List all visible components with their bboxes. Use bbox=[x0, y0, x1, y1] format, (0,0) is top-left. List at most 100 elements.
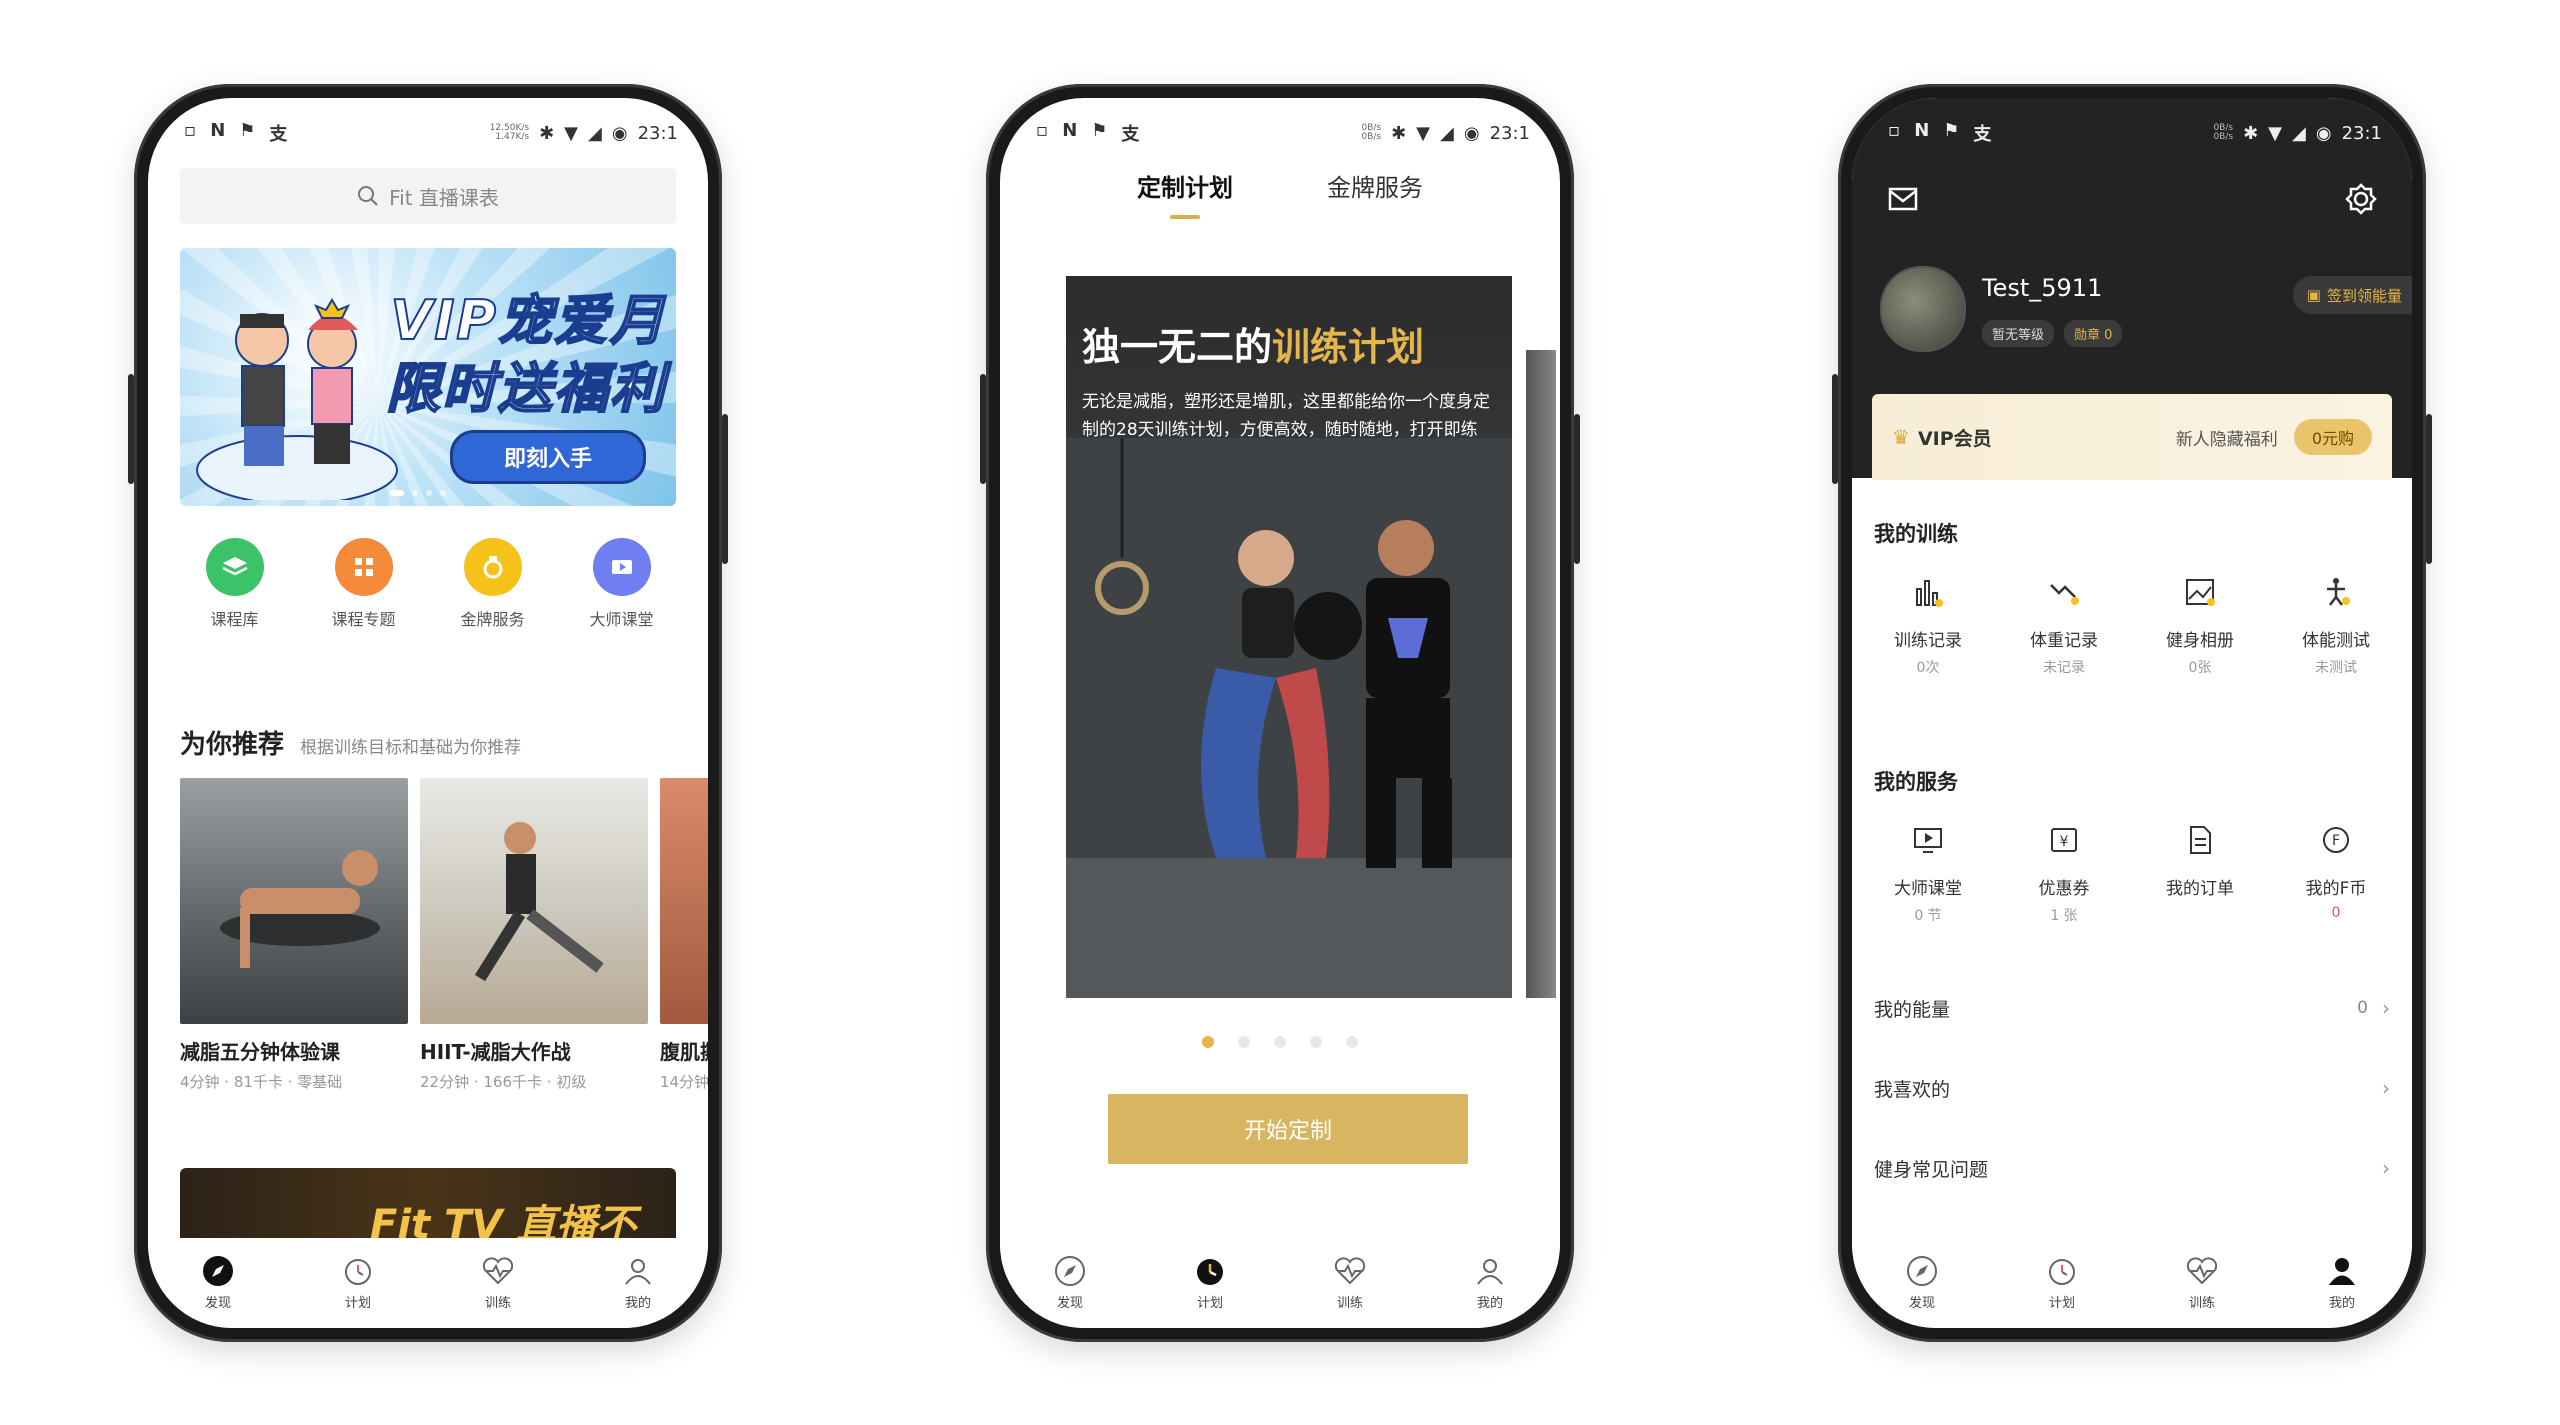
row-fitness-faq[interactable]: 健身常见问题 › bbox=[1874, 1148, 2390, 1188]
heartbeat-icon bbox=[479, 1252, 517, 1290]
level-badge[interactable]: 暂无等级 bbox=[1982, 320, 2055, 347]
carousel-dot[interactable] bbox=[1310, 1036, 1322, 1048]
nav-mine[interactable]: 我的 bbox=[598, 1252, 678, 1311]
nav-plan[interactable]: 计划 bbox=[318, 1252, 398, 1311]
quick-link-course-library[interactable]: 课程库 bbox=[180, 538, 290, 630]
carousel-dot[interactable] bbox=[1202, 1036, 1214, 1048]
signin-label: 签到领能量 bbox=[2326, 286, 2402, 305]
service-master-class[interactable]: 大师课堂 0 节 bbox=[1868, 820, 1988, 925]
signin-button[interactable]: ▣ 签到领能量 bbox=[2292, 276, 2412, 314]
promo-banner[interactable]: VIP宠爱月 限时送福利 即刻入手 bbox=[180, 248, 676, 506]
grid-label: 健身相册 bbox=[2166, 631, 2234, 651]
fitness-album[interactable]: 健身相册 0张 bbox=[2140, 572, 2260, 677]
status-bar: ▫ N ⚑ 支 0B/s 0B/s ✱ ▼ ◢ ◉ 23:1 bbox=[1000, 116, 1560, 150]
status-bar: ▫ N ⚑ 支 0B/s 0B/s ✱ ▼ ◢ ◉ 23:1 bbox=[1852, 116, 2412, 150]
nav-label: 计划 bbox=[1196, 1296, 1223, 1311]
quick-link-master-class[interactable]: 大师课堂 bbox=[567, 538, 677, 630]
nav-label: 训练 bbox=[2188, 1296, 2215, 1311]
status-time: 23:1 bbox=[637, 122, 678, 144]
nav-label: 发现 bbox=[1908, 1296, 1935, 1311]
wifi-icon: ▼ bbox=[564, 122, 579, 144]
status-left-icons: ▫ N ⚑ 支 bbox=[1888, 120, 1992, 145]
nav-train[interactable]: 训练 bbox=[458, 1252, 538, 1311]
fitness-test[interactable]: 体能测试 未测试 bbox=[2276, 572, 2396, 677]
chevron-right-icon: › bbox=[2382, 996, 2390, 1020]
training-record[interactable]: 训练记录 0次 bbox=[1868, 572, 1988, 677]
weight-record[interactable]: 体重记录 未记录 bbox=[2004, 572, 2124, 677]
heartbeat-icon bbox=[1331, 1252, 1369, 1290]
svg-text:¥: ¥ bbox=[2060, 834, 2069, 850]
plan-card[interactable]: 独一无二的训练计划 无论是减脂，塑形还是增肌，这里都能给你一个度身定制的28天训… bbox=[1066, 276, 1512, 998]
avatar[interactable] bbox=[1880, 266, 1966, 352]
mail-icon[interactable] bbox=[1886, 182, 1920, 216]
calendar-icon: ▣ bbox=[2306, 286, 2321, 304]
next-card-peek[interactable] bbox=[1526, 350, 1556, 998]
grid-label: 训练记录 bbox=[1894, 631, 1962, 651]
row-my-favorites[interactable]: 我喜欢的 › bbox=[1874, 1068, 2390, 1108]
carousel-dot[interactable] bbox=[1274, 1036, 1286, 1048]
wifi-icon: ▼ bbox=[2268, 122, 2283, 144]
banner-cta-button[interactable]: 即刻入手 bbox=[450, 430, 646, 484]
coupon-icon: ¥ bbox=[2044, 820, 2084, 860]
bluetooth-icon: ✱ bbox=[2243, 122, 2259, 144]
grid-label: 大师课堂 bbox=[1894, 879, 1962, 899]
quick-link-course-topics[interactable]: 课程专题 bbox=[309, 538, 419, 630]
bluetooth-icon: ✱ bbox=[1391, 122, 1407, 144]
grid-label: 优惠券 bbox=[2038, 879, 2090, 899]
training-grid: 训练记录 0次 体重记录 未记录 健身相册 0张 体能测试 未测试 bbox=[1860, 572, 2404, 677]
row-my-energy[interactable]: 我的能量 0 › bbox=[1874, 988, 2390, 1028]
tab-gold-service[interactable]: 金牌服务 bbox=[1327, 168, 1423, 219]
carousel-dots bbox=[1000, 1036, 1560, 1048]
user-icon bbox=[619, 1252, 657, 1290]
bottom-nav: 发现 计划 训练 我的 bbox=[1000, 1238, 1560, 1328]
course-card[interactable]: 腹肌撕 14分钟 bbox=[660, 778, 708, 1092]
grid-value: 1 张 bbox=[2050, 908, 2078, 924]
nav-discover[interactable]: 发现 bbox=[1030, 1252, 1110, 1311]
service-orders[interactable]: 我的订单 bbox=[2140, 820, 2260, 925]
course-card[interactable]: HIIT-减脂大作战 22分钟 · 166千卡 · 初级 bbox=[420, 778, 648, 1092]
plan-headline: 独一无二的训练计划 bbox=[1082, 325, 1425, 369]
service-coupon[interactable]: ¥ 优惠券 1 张 bbox=[2004, 820, 2124, 925]
vip-buy-button[interactable]: 0元购 bbox=[2293, 419, 2372, 455]
nav-plan[interactable]: 计划 bbox=[1170, 1252, 1250, 1311]
search-bar[interactable]: Fit 直播课表 bbox=[180, 168, 676, 224]
nav-label: 计划 bbox=[2048, 1296, 2075, 1311]
trend-icon bbox=[2044, 572, 2084, 612]
video-play-icon bbox=[1908, 820, 1948, 860]
username: Test_5911 bbox=[1982, 274, 2103, 302]
battery-icon: ◉ bbox=[611, 122, 628, 144]
nav-discover[interactable]: 发现 bbox=[1882, 1252, 1962, 1311]
battery-icon: ◉ bbox=[2315, 122, 2332, 144]
carousel-dot[interactable] bbox=[1238, 1036, 1250, 1048]
nav-mine[interactable]: 我的 bbox=[2302, 1252, 2382, 1311]
service-f-coin[interactable]: F 我的F币 0 bbox=[2276, 820, 2396, 925]
status-time: 23:1 bbox=[1489, 122, 1530, 144]
settings-icon[interactable] bbox=[2344, 182, 2378, 216]
live-banner[interactable]: Fit TV 直播不停 bbox=[180, 1168, 676, 1248]
recommend-cards: 减脂五分钟体验课 4分钟 · 81千卡 · 零基础 HIIT-减脂大作战 22分… bbox=[180, 778, 708, 1092]
course-card[interactable]: 减脂五分钟体验课 4分钟 · 81千卡 · 零基础 bbox=[180, 778, 408, 1092]
nav-mine[interactable]: 我的 bbox=[1450, 1252, 1530, 1311]
nav-discover[interactable]: 发现 bbox=[178, 1252, 258, 1311]
start-custom-button[interactable]: 开始定制 bbox=[1108, 1094, 1468, 1164]
search-icon bbox=[358, 186, 378, 206]
coin-icon: F bbox=[2316, 820, 2356, 860]
tab-custom-plan[interactable]: 定制计划 bbox=[1137, 168, 1233, 219]
signal-icon: ◢ bbox=[1440, 122, 1454, 144]
crown-icon: ♛ bbox=[1892, 425, 1910, 449]
vip-promo: 新人隐藏福利 bbox=[2175, 429, 2278, 450]
nav-train[interactable]: 训练 bbox=[2162, 1252, 2242, 1311]
course-thumbnail bbox=[660, 778, 708, 1024]
user-icon bbox=[1471, 1252, 1509, 1290]
quick-link-gold-service[interactable]: 金牌服务 bbox=[438, 538, 548, 630]
vip-label: VIP会员 bbox=[1917, 427, 1992, 450]
nav-label: 训练 bbox=[1336, 1296, 1363, 1311]
nav-plan[interactable]: 计划 bbox=[2022, 1252, 2102, 1311]
vip-bar[interactable]: ♛ VIP会员 新人隐藏福利 0元购 bbox=[1872, 394, 2392, 480]
phone-profile: ▫ N ⚑ 支 0B/s 0B/s ✱ ▼ ◢ ◉ 23:1 Test_5911 暂无等… bbox=[1832, 84, 2432, 1342]
medal-badge[interactable]: 勋章 0 bbox=[2064, 320, 2123, 347]
carousel-dot[interactable] bbox=[1346, 1036, 1358, 1048]
compass-icon bbox=[1903, 1252, 1941, 1290]
nav-train[interactable]: 训练 bbox=[1310, 1252, 1390, 1311]
battery-icon: ◉ bbox=[1463, 122, 1480, 144]
